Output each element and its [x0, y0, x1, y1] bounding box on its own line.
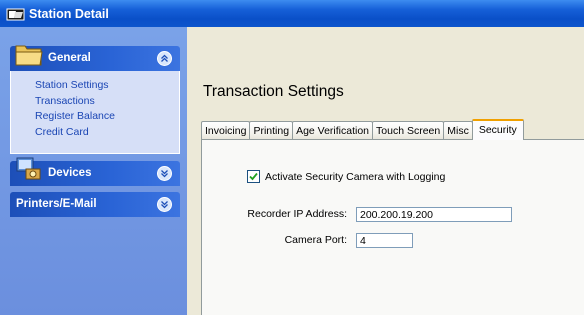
window-title: Station Detail — [29, 6, 109, 21]
camera-port-label: Camera Port: — [284, 234, 347, 246]
main-content: Transaction Settings Invoicing Printing … — [187, 69, 584, 315]
tab-invoicing[interactable]: Invoicing — [201, 121, 251, 140]
chevron-down-icon[interactable] — [157, 166, 172, 181]
group-header-general[interactable]: General — [10, 45, 180, 71]
folder-icon — [14, 40, 44, 68]
folder-window-icon — [6, 7, 26, 21]
tab-security[interactable]: Security — [471, 119, 524, 140]
group-header-devices[interactable]: Devices — [10, 157, 180, 186]
camera-port-input[interactable] — [356, 233, 413, 248]
content-header — [187, 27, 584, 69]
chevron-up-icon[interactable] — [157, 51, 172, 66]
title-bar: Station Detail — [0, 0, 584, 27]
tab-touch-screen[interactable]: Touch Screen — [372, 121, 445, 140]
sidebar-item-station-settings[interactable]: Station Settings — [35, 78, 179, 94]
camera-logging-row: Activate Security Camera with Logging — [247, 170, 445, 183]
group-header-printers-email[interactable]: Printers/E-Mail — [10, 192, 180, 217]
page-title: Transaction Settings — [203, 83, 344, 100]
group-body-general: Station Settings Transactions Register B… — [10, 71, 180, 154]
group-label-devices: Devices — [48, 167, 92, 179]
camera-logging-label: Activate Security Camera with Logging — [265, 170, 446, 183]
tab-strip: Invoicing Printing Age Verification Touc… — [201, 119, 524, 140]
security-tab-panel: Activate Security Camera with Logging Re… — [201, 139, 584, 315]
tab-misc[interactable]: Misc — [443, 121, 473, 140]
group-label-general: General — [48, 52, 91, 64]
recorder-ip-input[interactable] — [356, 207, 512, 222]
recorder-ip-label: Recorder IP Address: — [247, 208, 347, 220]
tab-age-verification[interactable]: Age Verification — [292, 121, 374, 140]
camera-logging-checkbox[interactable] — [247, 170, 260, 183]
devices-icon — [14, 155, 44, 183]
chevron-down-icon[interactable] — [157, 197, 172, 212]
sidebar-item-credit-card[interactable]: Credit Card — [35, 125, 179, 141]
group-label-printers-email: Printers/E-Mail — [16, 198, 97, 210]
checkmark-icon — [249, 172, 258, 181]
sidebar-item-transactions[interactable]: Transactions — [35, 94, 179, 110]
task-pane: General Station Settings Transactions Re… — [0, 27, 187, 315]
tab-printing[interactable]: Printing — [249, 121, 294, 140]
sidebar-item-register-balance[interactable]: Register Balance — [35, 109, 179, 125]
